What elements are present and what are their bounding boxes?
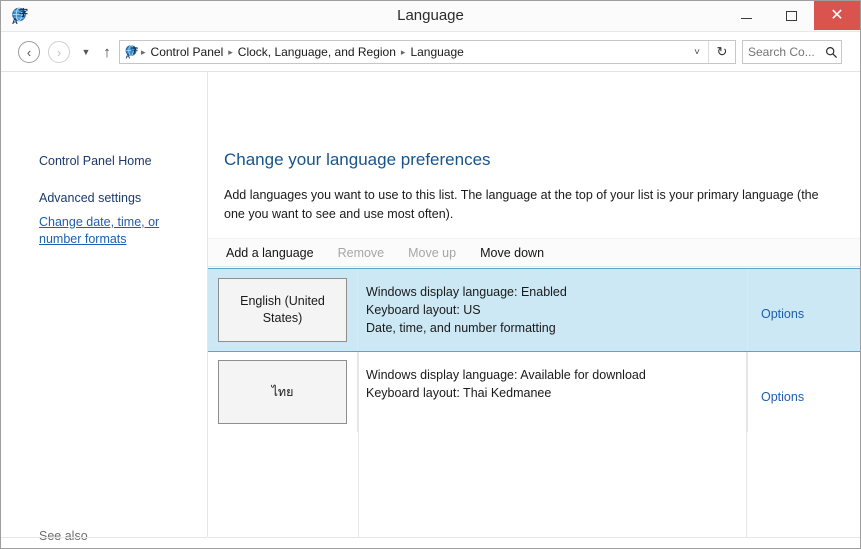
- table-row[interactable]: ไทย Windows display language: Available …: [208, 352, 860, 432]
- move-up-button: Move up: [408, 245, 457, 260]
- language-list: English (United States) Windows display …: [208, 268, 860, 538]
- formatting-status: Date, time, and number formatting: [366, 321, 556, 335]
- sidebar-bottom-divider: [1, 537, 207, 538]
- up-arrow-icon: ↑: [103, 43, 111, 61]
- search-icon[interactable]: [822, 46, 841, 59]
- search-input[interactable]: [748, 45, 822, 59]
- sidebar-item-change-date-time-number-formats[interactable]: Change date, time, or number formats: [39, 214, 203, 248]
- refresh-icon: ↻: [716, 44, 728, 59]
- language-details: Windows display language: Enabled Keyboa…: [358, 269, 747, 351]
- address-language-icon: A 字: [124, 44, 140, 61]
- sidebar-item-control-panel-home[interactable]: Control Panel Home: [39, 154, 152, 168]
- close-button[interactable]: ✕: [814, 1, 860, 30]
- address-bar[interactable]: A 字 ▸ Control Panel ▸ Clock, Language, a…: [119, 40, 736, 64]
- recent-locations-button[interactable]: ▼: [77, 41, 95, 63]
- language-tile-cell: English (United States): [208, 269, 358, 351]
- keyboard-layout-status: Keyboard layout: Thai Kedmanee: [366, 386, 552, 400]
- navigation-bar: ‹ › ▼ ↑ A 字 ▸ Control Panel ▸ Clock, Lan…: [1, 32, 860, 72]
- forward-button[interactable]: ›: [48, 41, 70, 63]
- svg-text:字: 字: [19, 7, 28, 19]
- display-language-status: Windows display language: Enabled: [366, 285, 567, 299]
- svg-text:字: 字: [131, 46, 138, 55]
- options-link[interactable]: Options: [747, 352, 860, 432]
- breadcrumb-control-panel[interactable]: Control Panel: [147, 45, 228, 59]
- breadcrumb-clock-language-region[interactable]: Clock, Language, and Region: [234, 45, 400, 59]
- language-details: Windows display language: Available for …: [358, 352, 747, 432]
- svg-text:A: A: [126, 54, 131, 61]
- address-dropdown-button[interactable]: ˅: [686, 41, 708, 63]
- language-name-tile: ไทย: [218, 360, 347, 424]
- see-also-label: See also: [39, 529, 88, 543]
- sidebar: Control Panel Home Advanced settings Cha…: [1, 72, 207, 548]
- content-pane: Change your language preferences Add lan…: [208, 72, 860, 548]
- breadcrumb-language[interactable]: Language: [406, 45, 467, 59]
- back-arrow-icon: ‹: [26, 44, 32, 60]
- chevron-down-icon: ˅: [694, 46, 700, 58]
- language-tile-cell: ไทย: [208, 352, 358, 432]
- language-name-tile: English (United States): [218, 278, 347, 342]
- content-bottom-divider: [208, 537, 860, 538]
- display-language-status: Windows display language: Available for …: [366, 368, 646, 382]
- page-description: Add languages you want to use to this li…: [224, 188, 819, 221]
- language-globe-icon: A 字: [10, 6, 30, 26]
- remove-button: Remove: [337, 245, 385, 260]
- options-link[interactable]: Options: [747, 269, 860, 351]
- sidebar-item-advanced-settings[interactable]: Advanced settings: [39, 191, 141, 205]
- refresh-button[interactable]: ↻: [708, 41, 735, 63]
- maximize-button[interactable]: [769, 1, 814, 30]
- add-a-language-button[interactable]: Add a language: [224, 243, 316, 263]
- language-control-panel-window: A 字 Language ✕ ‹ › ▼ ↑ A 字 ▸ Control Pan…: [0, 0, 861, 549]
- close-icon: ✕: [830, 6, 844, 24]
- chevron-down-icon: ▼: [81, 47, 91, 57]
- up-one-level-button[interactable]: ↑: [97, 41, 117, 63]
- page-title: Change your language preferences: [224, 150, 491, 169]
- svg-text:A: A: [12, 17, 18, 26]
- back-button[interactable]: ‹: [18, 41, 40, 63]
- maximize-icon: [786, 10, 797, 21]
- command-toolbar: Add a language Remove Move up Move down: [208, 238, 860, 267]
- title-bar: A 字 Language ✕: [1, 1, 860, 32]
- forward-arrow-icon: ›: [56, 44, 62, 60]
- window-body: Control Panel Home Advanced settings Cha…: [1, 72, 860, 548]
- table-row[interactable]: English (United States) Windows display …: [208, 268, 860, 352]
- search-box[interactable]: [742, 40, 842, 64]
- minimize-icon: [741, 18, 752, 19]
- move-down-button[interactable]: Move down: [478, 243, 546, 263]
- keyboard-layout-status: Keyboard layout: US: [366, 303, 481, 317]
- minimize-button[interactable]: [724, 1, 769, 30]
